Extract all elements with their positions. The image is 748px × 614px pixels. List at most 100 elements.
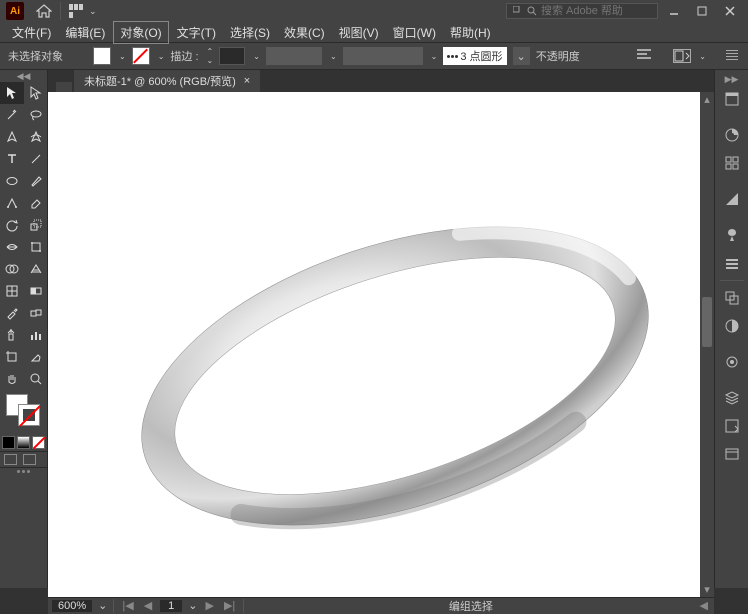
menu-view[interactable]: 视图(V)	[333, 22, 385, 43]
brushes-panel-icon[interactable]	[718, 250, 746, 276]
scroll-thumb[interactable]	[702, 297, 712, 347]
draw-behind[interactable]	[23, 454, 36, 465]
menu-help[interactable]: 帮助(H)	[444, 22, 497, 43]
curvature-tool[interactable]	[24, 126, 48, 148]
appearance-panel-icon[interactable]	[718, 349, 746, 375]
minimize-button[interactable]	[662, 2, 686, 20]
menu-window[interactable]: 窗口(W)	[387, 22, 442, 43]
swatches-panel-icon[interactable]	[718, 150, 746, 176]
draw-normal[interactable]	[4, 454, 17, 465]
fill-swatch[interactable]	[93, 47, 111, 65]
slice-tool[interactable]	[24, 346, 48, 368]
shape-builder-tool[interactable]	[0, 258, 24, 280]
color-mode-solid[interactable]	[2, 436, 15, 449]
menu-edit[interactable]: 编辑(E)	[59, 22, 111, 43]
gradient-panel-icon[interactable]	[718, 186, 746, 212]
pen-tool[interactable]	[0, 126, 24, 148]
close-icon[interactable]: ×	[244, 75, 250, 87]
chevron-down-icon[interactable]: ⌄	[253, 52, 260, 61]
scroll-down-icon[interactable]: ▾	[700, 583, 714, 597]
home-icon[interactable]	[36, 4, 52, 18]
line-tool[interactable]	[24, 148, 48, 170]
chevron-down-icon[interactable]: ⌄	[188, 599, 197, 612]
rotate-tool[interactable]	[0, 214, 24, 236]
width-tool[interactable]	[0, 236, 24, 258]
blend-tool[interactable]	[24, 302, 48, 324]
brush-definition-field[interactable]	[266, 47, 322, 65]
document-tab[interactable]: 未标题-1* @ 600% (RGB/预览) ×	[74, 70, 260, 92]
ellipse-tool[interactable]	[0, 170, 24, 192]
chevron-down-icon[interactable]: ⌄	[119, 52, 126, 61]
type-tool[interactable]	[0, 148, 24, 170]
scroll-left-icon[interactable]: ◀	[698, 599, 710, 612]
prev-artboard-icon[interactable]: ◀	[142, 599, 154, 612]
menu-file[interactable]: 文件(F)	[6, 22, 57, 43]
search-box[interactable]	[506, 3, 658, 19]
opacity-label[interactable]: 不透明度	[536, 48, 580, 64]
chevron-down-icon[interactable]: ⌄	[699, 52, 706, 61]
collapse-toolbar-icon[interactable]: ◀◀	[0, 70, 47, 82]
selection-tool[interactable]	[0, 82, 24, 104]
chevron-down-icon[interactable]: ⌄	[431, 52, 438, 61]
menu-type[interactable]: 文字(T)	[171, 22, 222, 43]
lasso-tool[interactable]	[24, 104, 48, 126]
color-panel-icon[interactable]	[718, 122, 746, 148]
preferences-icon[interactable]	[673, 49, 691, 63]
pathfinder-panel-icon[interactable]	[718, 285, 746, 311]
scale-tool[interactable]	[24, 214, 48, 236]
magic-wand-tool[interactable]	[0, 104, 24, 126]
last-artboard-icon[interactable]: ▶|	[222, 599, 237, 612]
next-artboard-icon[interactable]: ▶	[204, 599, 216, 612]
asset-export-panel-icon[interactable]	[718, 413, 746, 439]
zoom-tool[interactable]	[24, 368, 48, 390]
color-mode-gradient[interactable]	[17, 436, 30, 449]
graphic-style-field[interactable]	[343, 47, 423, 65]
menu-effect[interactable]: 效果(C)	[278, 22, 331, 43]
properties-panel-icon[interactable]	[718, 86, 746, 112]
gradient-tool[interactable]	[24, 280, 48, 302]
vertical-scrollbar[interactable]: ▴ ▾	[700, 92, 714, 597]
menu-object[interactable]: 对象(O)	[113, 21, 168, 44]
paintbrush-tool[interactable]	[24, 170, 48, 192]
align-icon[interactable]	[637, 49, 653, 63]
expand-panels-icon[interactable]: ▶▶	[715, 74, 748, 84]
first-artboard-icon[interactable]: |◀	[120, 599, 135, 612]
artboard-number-field[interactable]: 1	[160, 600, 182, 612]
chevron-down-icon[interactable]: ⌄	[158, 52, 165, 61]
direct-selection-tool[interactable]	[24, 82, 48, 104]
workspace-switcher-icon[interactable]	[69, 4, 85, 18]
layers-panel-icon[interactable]	[718, 385, 746, 411]
close-button[interactable]	[718, 2, 742, 20]
libraries-panel-icon[interactable]	[718, 441, 746, 467]
eyedropper-tool[interactable]	[0, 302, 24, 324]
mesh-tool[interactable]	[0, 280, 24, 302]
scroll-up-icon[interactable]: ▴	[700, 92, 714, 106]
transparency-panel-icon[interactable]	[718, 313, 746, 339]
width-profile-field[interactable]: 3 点圆形	[443, 47, 506, 65]
chevron-down-icon[interactable]: ⌄	[330, 52, 337, 61]
maximize-button[interactable]	[690, 2, 714, 20]
free-transform-tool[interactable]	[24, 236, 48, 258]
stroke-weight-field[interactable]	[219, 47, 245, 65]
zoom-field[interactable]: 600%	[52, 600, 92, 612]
panel-menu-icon[interactable]	[726, 50, 740, 62]
fill-stroke-control[interactable]	[0, 390, 47, 434]
width-profile-dropdown[interactable]: ⌄	[513, 47, 530, 65]
chevron-down-icon[interactable]: ⌄	[89, 6, 97, 17]
symbols-panel-icon[interactable]	[718, 222, 746, 248]
canvas[interactable]	[48, 92, 700, 597]
symbol-sprayer-tool[interactable]	[0, 324, 24, 346]
search-input[interactable]	[541, 5, 651, 17]
edit-toolbar-button[interactable]	[0, 467, 47, 475]
eraser-tool[interactable]	[24, 192, 48, 214]
hand-tool[interactable]	[0, 368, 24, 390]
perspective-grid-tool[interactable]	[24, 258, 48, 280]
menu-select[interactable]: 选择(S)	[224, 22, 276, 43]
shaper-tool[interactable]	[0, 192, 24, 214]
artboard-tool[interactable]	[0, 346, 24, 368]
scroll-track[interactable]	[700, 106, 714, 583]
chevron-down-icon[interactable]: ⌄	[98, 599, 107, 612]
stroke-weight-stepper[interactable]: ⌃⌄	[207, 47, 214, 65]
column-graph-tool[interactable]	[24, 324, 48, 346]
stroke-color-box[interactable]	[18, 404, 40, 426]
